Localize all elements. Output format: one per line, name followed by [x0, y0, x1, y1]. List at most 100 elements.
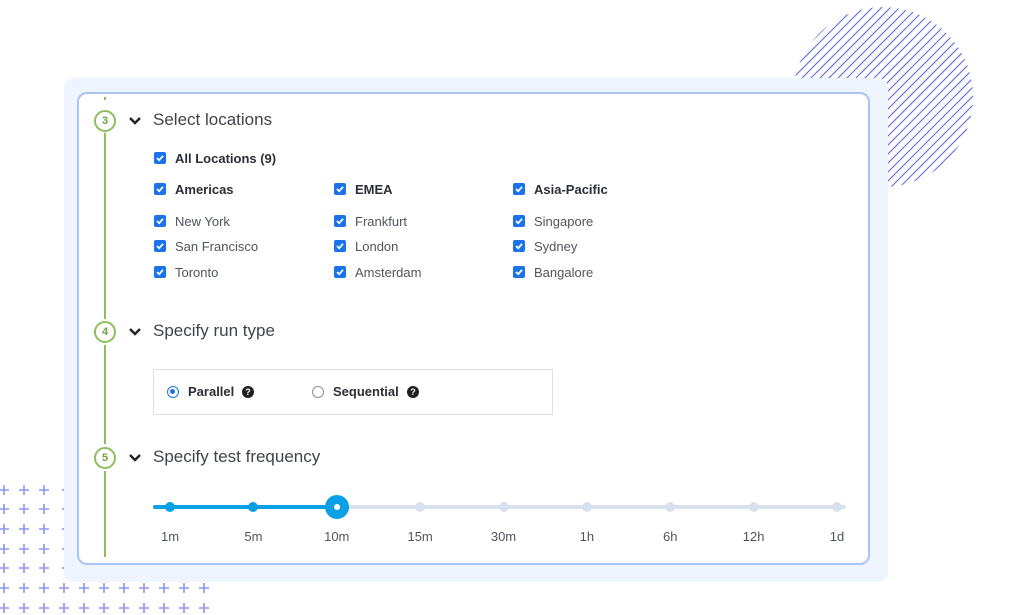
checkmark-icon [156, 186, 164, 193]
plus-mark [59, 603, 69, 613]
plus-mark [199, 583, 209, 593]
city-label: Bangalore [534, 265, 594, 280]
step-title-select-locations[interactable]: Select locations [153, 110, 272, 130]
plus-mark [39, 563, 49, 573]
frequency-tick-label[interactable]: 12h [743, 529, 765, 544]
city-label: Toronto [175, 265, 219, 280]
city-checkbox[interactable] [513, 215, 525, 227]
city-label: Sydney [534, 239, 578, 254]
checkmark-icon [336, 186, 344, 193]
all-locations-checkbox[interactable] [154, 152, 166, 164]
plus-mark [0, 504, 9, 514]
hatch-line [889, 7, 973, 187]
step-title-test-frequency[interactable]: Specify test frequency [153, 447, 320, 467]
city-label: Singapore [534, 214, 594, 229]
slider-track-active[interactable] [153, 505, 337, 509]
plus-mark [19, 583, 29, 593]
city-checkbox[interactable] [154, 240, 166, 252]
step-connector-line [104, 133, 106, 319]
frequency-slider[interactable]: 1m 5m 10m 15m 30m 1h 6h 12h 1d [153, 494, 846, 544]
frequency-tick-label[interactable]: 15m [407, 529, 432, 544]
frequency-tick-label[interactable]: 1h [580, 529, 594, 544]
plus-mark [39, 504, 49, 514]
plus-mark [0, 524, 9, 534]
chevron-down-icon[interactable] [128, 451, 142, 465]
plus-mark [79, 583, 89, 593]
chevron-down-icon[interactable] [128, 325, 142, 339]
all-locations-label: All Locations (9) [175, 151, 277, 166]
step-number-badge: 3 [94, 110, 116, 132]
frequency-tick-label[interactable]: 5m [244, 529, 262, 544]
slider-stop[interactable] [581, 502, 592, 512]
plus-mark [19, 544, 29, 554]
plus-mark [119, 603, 129, 613]
parallel-radio[interactable] [167, 386, 179, 398]
city-checkbox[interactable] [513, 240, 525, 252]
plus-mark [139, 603, 149, 613]
checkmark-icon [156, 155, 164, 162]
checkmark-icon [156, 218, 164, 225]
chevron-down-icon[interactable] [128, 114, 142, 128]
region-checkbox[interactable] [334, 183, 346, 195]
plus-mark [19, 485, 29, 495]
plus-mark [99, 603, 109, 613]
slider-stop[interactable] [498, 502, 509, 512]
checkmark-icon [156, 269, 164, 276]
plus-mark [0, 544, 9, 554]
region-checkbox[interactable] [513, 183, 525, 195]
plus-mark [39, 544, 49, 554]
plus-mark [19, 504, 29, 514]
slider-stop[interactable] [165, 502, 175, 512]
sequential-radio[interactable] [312, 386, 324, 398]
plus-mark [179, 603, 189, 613]
sequential-label[interactable]: Sequential [333, 384, 399, 399]
city-checkbox[interactable] [154, 215, 166, 227]
frequency-tick-label[interactable]: 10m [324, 529, 349, 544]
plus-mark [19, 603, 29, 613]
plus-mark [79, 603, 89, 613]
step-connector-line [104, 471, 106, 557]
city-checkbox[interactable] [334, 215, 346, 227]
plus-mark [159, 603, 169, 613]
question-circle-icon[interactable]: ? [242, 386, 254, 398]
question-circle-icon[interactable]: ? [407, 386, 419, 398]
slider-stop[interactable] [832, 502, 842, 512]
plus-mark [0, 583, 9, 593]
step-connector-line [104, 345, 106, 444]
checkmark-icon [336, 269, 344, 276]
checkmark-icon [515, 269, 523, 276]
hatch-line [943, 7, 973, 187]
checkmark-icon [515, 218, 523, 225]
region-checkbox[interactable] [154, 183, 166, 195]
checkmark-icon [156, 243, 164, 250]
slider-stop[interactable] [415, 502, 426, 512]
frequency-tick-label[interactable]: 6h [663, 529, 677, 544]
slider-stop[interactable] [665, 502, 676, 512]
checkmark-icon [515, 186, 523, 193]
city-checkbox[interactable] [334, 240, 346, 252]
plus-mark [39, 485, 49, 495]
frequency-tick-label[interactable]: 1d [830, 529, 844, 544]
city-checkbox[interactable] [513, 266, 525, 278]
plus-mark [39, 524, 49, 534]
plus-mark [0, 563, 9, 573]
slider-stop[interactable] [748, 502, 759, 512]
plus-mark [139, 583, 149, 593]
plus-mark [119, 583, 129, 593]
checkmark-icon [336, 218, 344, 225]
plus-mark [179, 583, 189, 593]
frequency-tick-label[interactable]: 1m [161, 529, 179, 544]
frequency-tick-label[interactable]: 30m [491, 529, 516, 544]
step-title-run-type[interactable]: Specify run type [153, 321, 275, 341]
plus-mark [39, 603, 49, 613]
plus-mark [99, 583, 109, 593]
region-label: EMEA [355, 182, 393, 197]
slider-thumb[interactable] [324, 495, 349, 519]
city-checkbox[interactable] [334, 266, 346, 278]
plus-mark [199, 603, 209, 613]
parallel-label[interactable]: Parallel [188, 384, 234, 399]
plus-mark [19, 563, 29, 573]
city-checkbox[interactable] [154, 266, 166, 278]
slider-stop[interactable] [248, 502, 259, 512]
city-label: New York [175, 214, 230, 229]
